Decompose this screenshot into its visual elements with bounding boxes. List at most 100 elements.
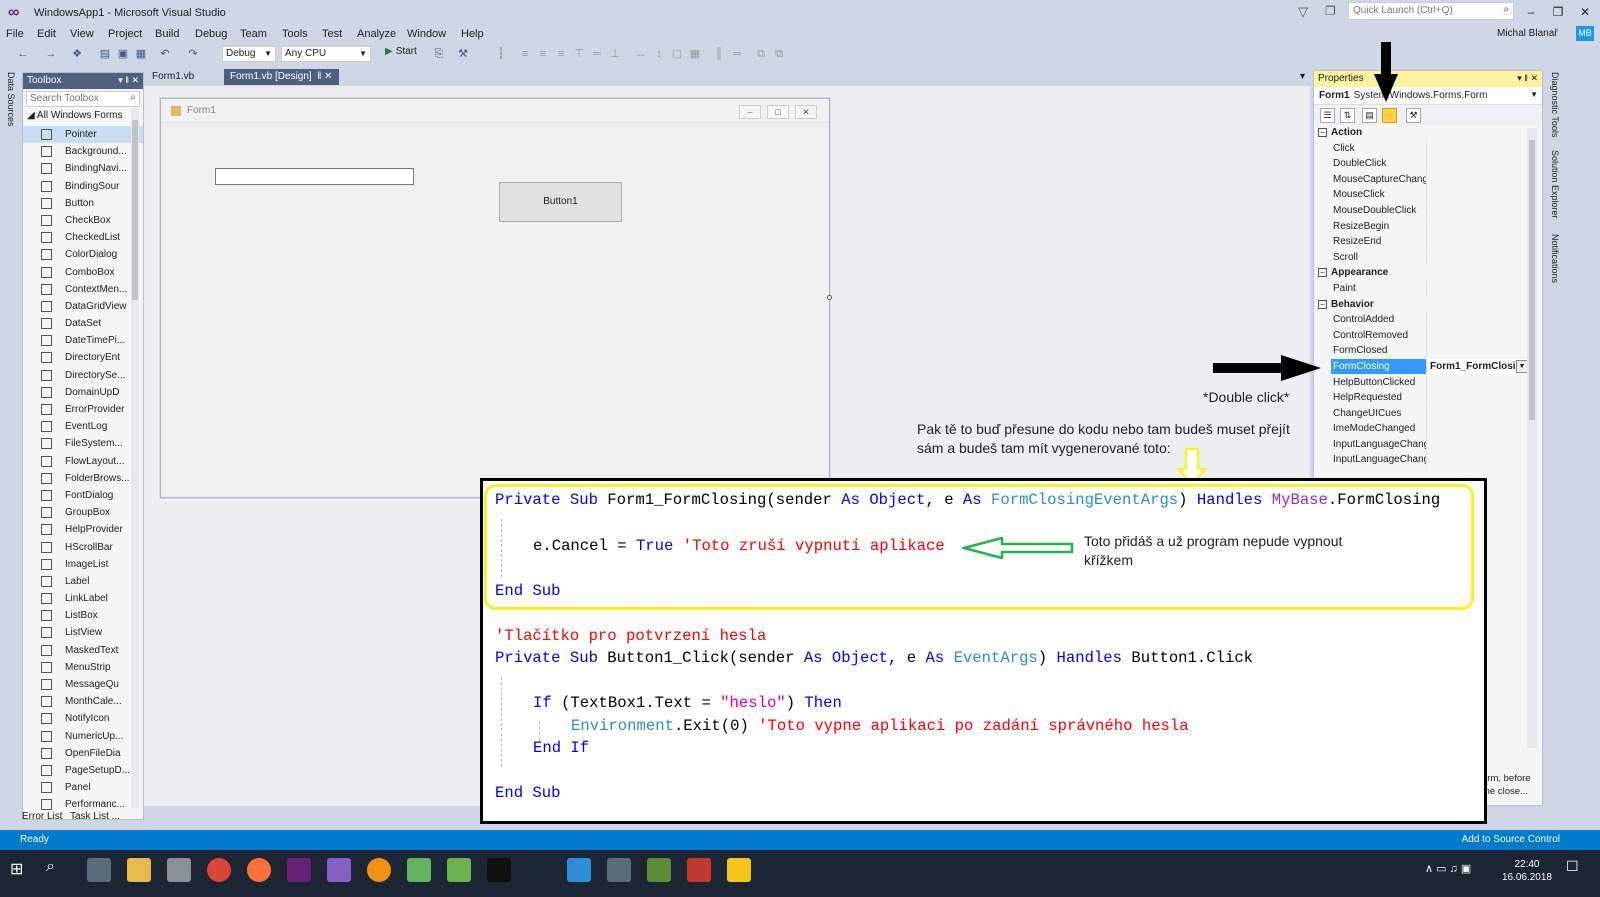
event-handler-value[interactable] bbox=[1426, 171, 1528, 187]
event-handler-value[interactable] bbox=[1426, 390, 1528, 406]
toolbox-item[interactable]: BindingSour bbox=[23, 178, 143, 195]
visual-studio-icon[interactable] bbox=[287, 858, 311, 882]
event-handler-value[interactable] bbox=[1426, 405, 1528, 421]
taskbar-app-icon[interactable] bbox=[687, 858, 711, 882]
minecraft-icon[interactable] bbox=[647, 858, 671, 882]
toolbox-item[interactable]: DataSet bbox=[23, 315, 143, 332]
scroll-thumb[interactable] bbox=[1529, 140, 1535, 420]
browser-link-icon[interactable]: ⎘ bbox=[432, 47, 446, 61]
same-height-icon[interactable]: ↕ bbox=[652, 47, 666, 61]
toolbox-item[interactable]: MessageQu bbox=[23, 676, 143, 693]
restore-button[interactable]: ❐ bbox=[1547, 4, 1569, 20]
toolbox-item[interactable]: DomainUpD bbox=[23, 384, 143, 401]
tab-error-list[interactable]: Error List bbox=[22, 811, 63, 822]
taskbar-app-icon[interactable] bbox=[607, 858, 631, 882]
event-handler-value[interactable] bbox=[1426, 452, 1528, 468]
platform-select[interactable]: Any CPU ▼ bbox=[281, 46, 371, 62]
taskbar-app-icon[interactable] bbox=[367, 858, 391, 882]
category-header[interactable]: − Behavior bbox=[1314, 297, 1542, 313]
solution-explorer-tab[interactable]: Solution Explorer bbox=[1550, 150, 1560, 219]
add-to-source-control-button[interactable]: Add to Source Control bbox=[1462, 834, 1560, 845]
toolbox-item[interactable]: ImageList bbox=[23, 556, 143, 573]
align-icon[interactable]: ┇ bbox=[494, 47, 508, 61]
event-row[interactable]: ControlAdded bbox=[1314, 312, 1542, 328]
property-pages-icon[interactable]: ⚒ bbox=[1406, 108, 1421, 123]
toolbox-item[interactable]: GroupBox bbox=[23, 504, 143, 521]
toolbox-item[interactable]: PageSetupD... bbox=[23, 762, 143, 779]
close-button[interactable]: ✕ bbox=[1574, 4, 1596, 20]
toolbox-item[interactable]: FontDialog bbox=[23, 487, 143, 504]
resize-handle[interactable] bbox=[827, 295, 832, 300]
toolbox-item[interactable]: HScrollBar bbox=[23, 539, 143, 556]
event-row[interactable]: InputLanguageChang bbox=[1314, 452, 1542, 468]
event-handler-value[interactable] bbox=[1426, 374, 1528, 390]
chrome-icon[interactable] bbox=[207, 858, 231, 882]
tab-overflow-icon[interactable]: ▾ bbox=[1294, 69, 1311, 85]
firefox-icon[interactable] bbox=[247, 858, 271, 882]
event-row[interactable]: Paint bbox=[1314, 280, 1542, 297]
event-row[interactable]: ResizeBegin bbox=[1314, 218, 1542, 235]
toolbox-item[interactable]: Panel bbox=[23, 779, 143, 796]
tab-task-list[interactable]: Task List ... bbox=[70, 811, 120, 822]
toolbox-item[interactable]: MaskedText bbox=[23, 642, 143, 659]
toolbox-item[interactable]: NotifyIcon bbox=[23, 710, 143, 727]
save-all-icon[interactable]: ▦ bbox=[134, 47, 148, 61]
save-icon[interactable]: ▣ bbox=[116, 47, 130, 61]
event-row[interactable]: ResizeEnd bbox=[1314, 234, 1542, 250]
menu-window[interactable]: Window bbox=[407, 28, 446, 40]
taskbar-app-icon[interactable] bbox=[87, 858, 111, 882]
event-handler-value[interactable] bbox=[1426, 327, 1528, 343]
event-handler-value[interactable] bbox=[1426, 436, 1528, 452]
same-size-icon[interactable]: ▢ bbox=[670, 47, 684, 61]
toolbox-item[interactable]: CheckBox bbox=[23, 212, 143, 229]
file-explorer-icon[interactable] bbox=[127, 858, 151, 882]
align-middle-icon[interactable]: ═ bbox=[590, 47, 604, 61]
feedback-icon[interactable]: ❐ bbox=[1325, 4, 1336, 18]
toolbox-item[interactable]: ComboBox bbox=[23, 264, 143, 281]
search-icon[interactable]: ⌕ bbox=[46, 858, 70, 882]
toolbox-item[interactable]: ContextMen... bbox=[23, 281, 143, 298]
toolbox-item[interactable]: Button bbox=[23, 195, 143, 212]
send-back-icon[interactable]: ⧉ bbox=[772, 47, 786, 61]
event-handler-value[interactable] bbox=[1426, 202, 1528, 218]
align-right-icon[interactable]: ≡ bbox=[554, 47, 568, 61]
event-row[interactable]: Click bbox=[1314, 140, 1542, 157]
pin-icon[interactable]: ▾ ‖ ✕ bbox=[1517, 73, 1538, 84]
event-row[interactable]: HelpRequested bbox=[1314, 390, 1542, 406]
event-handler-value[interactable]: Form1_FormClosing ▼ bbox=[1426, 358, 1528, 374]
toolbox-item[interactable]: BindingNavi... bbox=[23, 160, 143, 177]
toolbox-item[interactable]: ListBox bbox=[23, 607, 143, 624]
event-row[interactable]: ChangeUICues bbox=[1314, 405, 1542, 422]
toolbox-search-input[interactable]: Search Toolbox ⌕ bbox=[26, 91, 140, 107]
event-handler-value[interactable] bbox=[1426, 312, 1528, 328]
event-handler-value[interactable] bbox=[1426, 249, 1528, 265]
align-left-icon[interactable]: ≡ bbox=[518, 47, 532, 61]
toolbox-item[interactable]: MenuStrip bbox=[23, 659, 143, 676]
toolbox-item[interactable]: ListView bbox=[23, 624, 143, 641]
align-center-icon[interactable]: ≡ bbox=[536, 47, 550, 61]
toolbox-item[interactable]: DataGridView bbox=[23, 298, 143, 315]
taskbar-app-icon[interactable] bbox=[727, 858, 751, 882]
toolbox-item[interactable]: ColorDialog bbox=[23, 246, 143, 263]
scroll-thumb[interactable] bbox=[132, 120, 138, 300]
toolbox-item[interactable]: FileSystem... bbox=[23, 435, 143, 452]
tab-form1-design[interactable]: Form1.vb [Design] ‖ ✕ bbox=[224, 69, 339, 85]
properties-icon[interactable]: ▤ bbox=[1362, 108, 1377, 123]
menu-view[interactable]: View bbox=[70, 28, 94, 40]
categorized-icon[interactable]: ☰ bbox=[1320, 108, 1335, 123]
steam-icon[interactable] bbox=[527, 858, 551, 882]
event-row[interactable]: FormClosing Form1_FormClosing ▼ bbox=[1314, 358, 1542, 375]
menu-project[interactable]: Project bbox=[108, 28, 142, 40]
toolbox-item[interactable]: DirectoryEnt bbox=[23, 349, 143, 366]
clock[interactable]: 22:40 16.06.2018 bbox=[1502, 858, 1552, 884]
user-name[interactable]: Michal Blanař bbox=[1497, 28, 1558, 39]
toolbox-item[interactable]: OpenFileDia bbox=[23, 745, 143, 762]
grid-icon[interactable]: ▦ bbox=[688, 47, 702, 61]
toolbox-item[interactable]: Pointer bbox=[23, 126, 143, 144]
taskbar-app-icon[interactable] bbox=[567, 858, 591, 882]
toolbox-group-header[interactable]: ◢ All Windows Forms bbox=[23, 109, 143, 126]
event-row[interactable]: ControlRemoved bbox=[1314, 327, 1542, 344]
event-row[interactable]: InputLanguageChang bbox=[1314, 436, 1542, 453]
event-handler-value[interactable] bbox=[1426, 280, 1528, 296]
collapse-icon[interactable]: − bbox=[1318, 268, 1327, 278]
